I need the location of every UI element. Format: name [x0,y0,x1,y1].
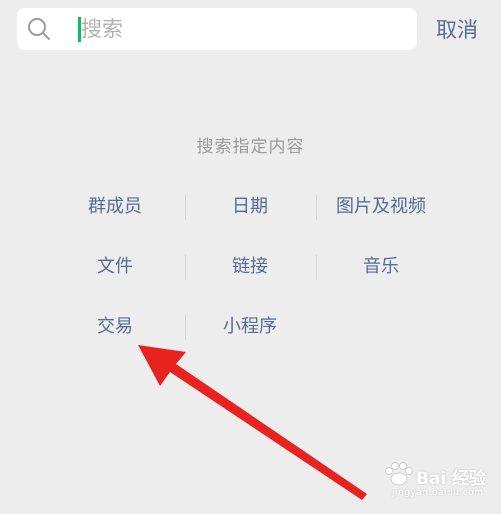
search-input[interactable] [81,14,401,44]
category-transactions[interactable]: 交易 [50,312,180,342]
category-row: 群成员 日期 图片及视频 [55,192,455,222]
category-row: 交易 小程序 [55,312,455,342]
search-icon [28,18,50,40]
category-images-videos[interactable]: 图片及视频 [316,192,446,222]
cancel-button[interactable]: 取消 [436,14,478,44]
paw-icon [385,462,413,486]
arrow-shape [138,345,367,500]
section-title: 搜索指定内容 [196,137,305,157]
watermark-url: jingyan.baidu.com [392,488,484,498]
category-row: 文件 链接 音乐 [55,252,455,282]
category-links[interactable]: 链接 [185,252,315,282]
category-music[interactable]: 音乐 [316,252,446,282]
category-files[interactable]: 文件 [50,252,180,282]
watermark-text: Bai 经验 [416,469,487,489]
category-mini-programs[interactable]: 小程序 [185,312,315,342]
category-group-members[interactable]: 群成员 [50,192,180,222]
category-date[interactable]: 日期 [185,192,315,222]
search-bar[interactable] [17,8,417,50]
watermark-logo: Bai 经验 jingyan.baidu.com [380,458,496,502]
